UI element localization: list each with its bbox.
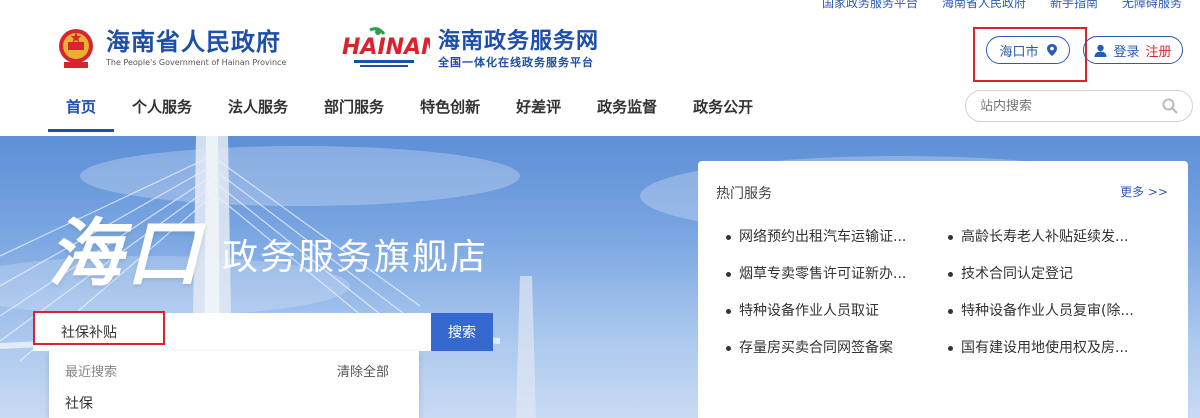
hot-service-item[interactable]: 国有建设用地使用权及房... [948, 330, 1170, 367]
search-icon[interactable] [1162, 98, 1178, 114]
hero-search-input[interactable] [33, 313, 431, 351]
nav-supervision[interactable]: 政务监督 [579, 88, 675, 132]
service-logo-title: 海南政务服务网 [438, 29, 600, 54]
service-logo-subtitle: 全国一体化在线政务服务平台 [438, 56, 594, 69]
nav-featured-innovation[interactable]: 特色创新 [402, 88, 498, 132]
page: 国家政务服务平台 海南省人民政府 新手指南 无障碍服务 海南省人民政府 The … [0, 0, 1200, 418]
link-provincial-gov[interactable]: 海南省人民政府 [930, 0, 1038, 10]
location-pin-icon [1046, 44, 1057, 56]
recent-search-dropdown: 最近搜索 清除全部 社保 [49, 351, 419, 418]
recent-search-header: 最近搜索 [65, 364, 118, 380]
hot-service-item[interactable]: 存量房买卖合同网签备案 [726, 330, 948, 367]
hot-service-item[interactable]: 技术合同认定登记 [948, 256, 1170, 293]
hot-services-list: 网络预约出租汽车运输证... 高龄长寿老人补贴延续发... 烟草专卖零售许可证新… [726, 219, 1176, 367]
link-beginner-guide[interactable]: 新手指南 [1038, 0, 1110, 10]
hero-title-store: 政务服务旗舰店 [222, 237, 489, 278]
login-register-button[interactable]: 登录 注册 [1083, 36, 1183, 64]
hot-services-panel: 热门服务 更多 >> 网络预约出租汽车运输证... 高龄长寿老人补贴延续发...… [698, 161, 1188, 418]
main-nav: 首页 个人服务 法人服务 部门服务 特色创新 好差评 政务监督 政务公开 [48, 88, 771, 132]
service-logo[interactable]: HAINAN 海南政务服务网 全国一体化在线政务服务平台 [340, 26, 599, 72]
hot-service-item[interactable]: 特种设备作业人员取证 [726, 293, 948, 330]
national-emblem-icon [59, 29, 93, 68]
hero-search-button[interactable]: 搜索 [431, 313, 493, 351]
link-national-platform[interactable]: 国家政务服务平台 [810, 0, 930, 10]
hero-title-city: 海口 [48, 211, 204, 297]
site-search-box [965, 90, 1193, 122]
hot-service-item[interactable]: 烟草专卖零售许可证新办... [726, 256, 948, 293]
hero-search: 搜索 [33, 311, 493, 351]
nav-disclosure[interactable]: 政务公开 [675, 88, 771, 132]
gov-logo-subtitle: The People's Government of Hainan Provin… [106, 58, 287, 67]
register-link[interactable]: 注册 [1146, 41, 1172, 60]
hot-services-title: 热门服务 [716, 186, 772, 202]
nav-department-services[interactable]: 部门服务 [306, 88, 402, 132]
nav-service-rating[interactable]: 好差评 [498, 88, 579, 132]
link-accessibility[interactable]: 无障碍服务 [1110, 0, 1194, 10]
hainan-brand-mark: HAINAN [342, 27, 430, 67]
hot-service-item[interactable]: 特种设备作业人员复审(除... [948, 293, 1170, 330]
nav-home[interactable]: 首页 [48, 88, 115, 132]
nav-personal-services[interactable]: 个人服务 [114, 88, 210, 132]
user-icon [1094, 44, 1107, 57]
hero-banner: 海口 政务服务旗舰店 搜索 最近搜索 清除全部 社保 热门服务 更多 >> 网络… [0, 136, 1200, 418]
hot-service-item[interactable]: 高龄长寿老人补贴延续发... [948, 219, 1170, 256]
nav-corporate-services[interactable]: 法人服务 [210, 88, 306, 132]
gov-logo[interactable]: 海南省人民政府 The People's Government of Haina… [56, 26, 286, 70]
hot-service-item[interactable]: 网络预约出租汽车运输证... [726, 219, 948, 256]
hot-services-more-link[interactable]: 更多 >> [1120, 183, 1168, 200]
site-search-input[interactable] [980, 98, 1150, 114]
hainan-mark-text: HAINAN [342, 35, 430, 60]
recent-search-item[interactable]: 社保 [49, 389, 419, 418]
clear-all-button[interactable]: 清除全部 [337, 361, 389, 380]
location-selector[interactable]: 海口市 [986, 36, 1070, 64]
login-link[interactable]: 登录 [1113, 41, 1139, 60]
location-label: 海口市 [999, 44, 1039, 60]
top-links: 国家政务服务平台 海南省人民政府 新手指南 无障碍服务 [810, 0, 1194, 10]
gov-logo-title: 海南省人民政府 [106, 28, 281, 56]
